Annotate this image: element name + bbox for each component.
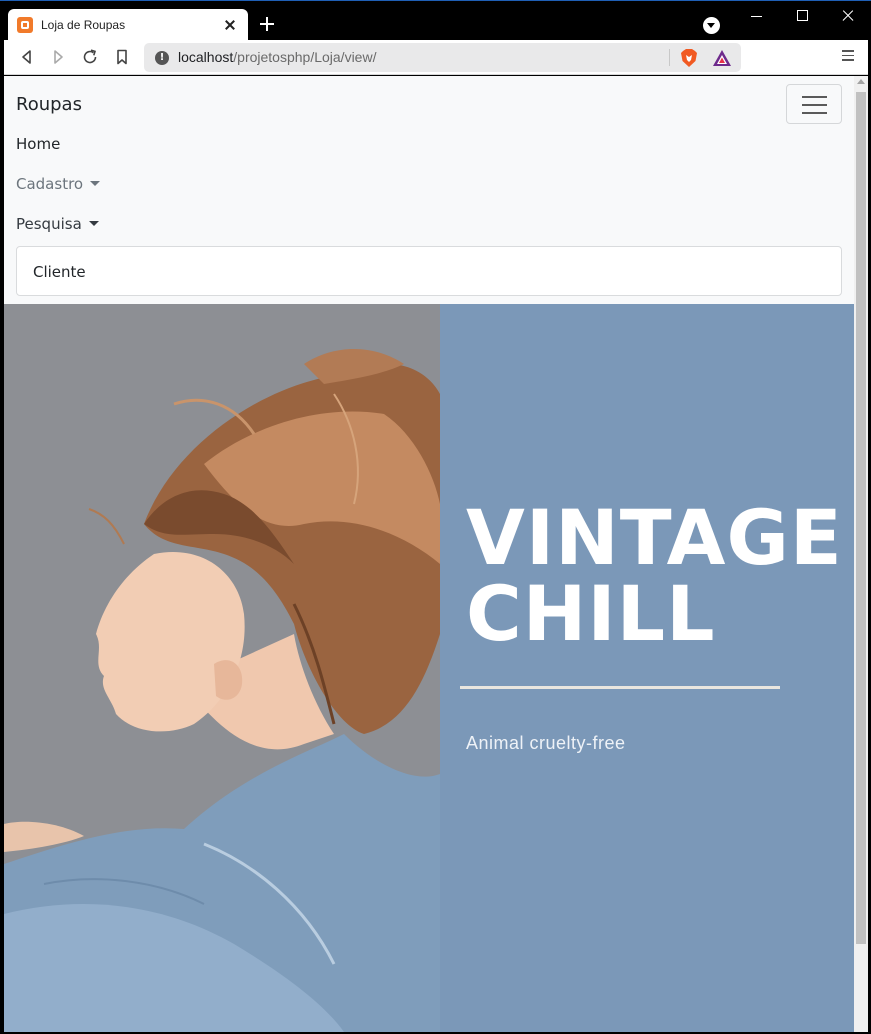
address-separator <box>669 49 670 66</box>
navbar-toggler-button[interactable] <box>786 84 842 124</box>
navbar-brand[interactable]: Roupas <box>16 94 82 115</box>
forward-icon[interactable] <box>48 47 68 67</box>
headline-line-1: VINTAGE <box>466 493 843 582</box>
caret-down-icon <box>90 181 101 186</box>
url-text: localhost/projetosphp/Loja/view/ <box>178 49 377 65</box>
nav-dropdown-cadastro[interactable]: Cadastro <box>16 175 101 193</box>
address-bar[interactable]: ! localhost/projetosphp/Loja/view/ <box>144 43 741 72</box>
page-viewport: Roupas Home Cadastro Pesquisa Cliente VI… <box>4 76 868 1032</box>
bookmark-icon[interactable] <box>112 47 132 67</box>
promo-panel: VINTAGE CHILL Animal cruelty-free <box>440 304 854 1032</box>
headline-line-2: CHILL <box>466 569 716 658</box>
tab-strip: Loja de Roupas <box>0 0 871 41</box>
nav-dropdown-pesquisa[interactable]: Pesquisa <box>16 215 99 233</box>
browser-window: Loja de Roupas ! localhost/projetosphp/L… <box>0 0 871 1034</box>
maximize-icon[interactable] <box>779 1 825 31</box>
scrollbar-thumb[interactable] <box>856 92 866 944</box>
model-photo <box>4 304 440 1032</box>
promo-tagline: Animal cruelty-free <box>466 733 626 753</box>
browser-toolbar: ! localhost/projetosphp/Loja/view/ <box>4 40 868 75</box>
site-info-icon[interactable]: ! <box>155 51 169 65</box>
back-icon[interactable] <box>17 47 37 67</box>
tab-loja-de-roupas[interactable]: Loja de Roupas <box>8 9 248 41</box>
page-scrollbar[interactable] <box>854 76 868 1032</box>
promo-headline: VINTAGE CHILL <box>466 500 846 652</box>
brave-rewards-icon[interactable] <box>712 49 732 67</box>
close-tab-icon[interactable] <box>222 17 238 33</box>
close-window-icon[interactable] <box>825 1 871 31</box>
tab-search-icon[interactable] <box>703 17 720 34</box>
nav-link-home[interactable]: Home <box>16 135 60 153</box>
reload-icon[interactable] <box>80 47 100 67</box>
xampp-icon <box>17 17 33 33</box>
hero-banner: VINTAGE CHILL Animal cruelty-free <box>4 304 854 1032</box>
promo-divider <box>460 686 780 689</box>
navbar: Roupas Home Cadastro Pesquisa Cliente <box>4 76 854 304</box>
minimize-icon[interactable] <box>733 1 779 31</box>
new-tab-icon[interactable] <box>258 15 276 33</box>
dropdown-menu-pesquisa: Cliente <box>16 246 842 296</box>
scroll-up-arrow-icon[interactable] <box>857 79 865 84</box>
tab-title: Loja de Roupas <box>41 18 126 32</box>
brave-shields-icon[interactable] <box>680 48 698 68</box>
caret-down-icon <box>88 221 99 226</box>
menu-icon[interactable] <box>842 50 854 62</box>
dropdown-item-cliente[interactable]: Cliente <box>33 263 86 281</box>
